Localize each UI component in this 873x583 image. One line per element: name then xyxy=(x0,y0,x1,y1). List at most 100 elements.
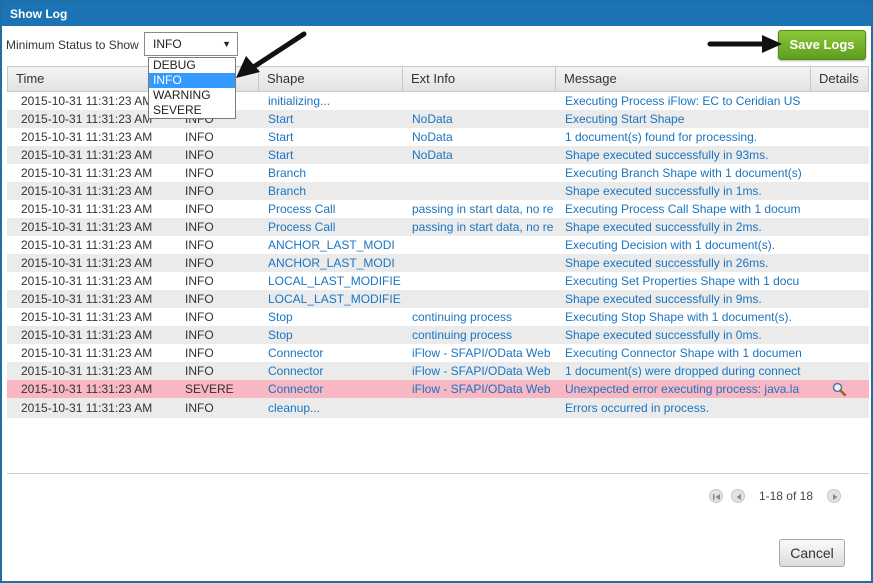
row-message[interactable]: Executing Start Shape xyxy=(555,110,810,128)
table-row[interactable]: 2015-10-31 11:31:23 AM INFO Process Call pa… xyxy=(7,200,869,218)
table-row[interactable]: 2015-10-31 11:31:23 AM INFO Connector iFlow… xyxy=(7,344,869,362)
row-message[interactable]: Shape executed successfully in 26ms. xyxy=(555,254,810,272)
row-message[interactable]: 1 document(s) found for processing. xyxy=(555,128,810,146)
status-option-warning[interactable]: WARNING xyxy=(149,88,235,103)
table-row[interactable]: 2015-10-31 11:31:23 AM INFO ANCHOR_LAST_MO… xyxy=(7,236,869,254)
row-ext-info[interactable]: NoData xyxy=(402,128,555,146)
row-ext-info[interactable]: passing in start data, no re xyxy=(402,200,555,218)
table-row[interactable]: 2015-10-31 11:31:23 AM INFO Start NoData Exe… xyxy=(7,110,869,128)
table-row[interactable]: 2015-10-31 11:31:23 AM INFO Branch Shape ex… xyxy=(7,182,869,200)
row-shape[interactable]: Process Call xyxy=(258,218,402,236)
table-row[interactable]: 2015-10-31 11:31:23 AM SEVERE Connector iFl… xyxy=(7,380,869,398)
row-shape[interactable]: Start xyxy=(258,146,402,164)
row-message[interactable]: Executing Branch Shape with 1 document(s… xyxy=(555,164,810,182)
row-level: INFO xyxy=(185,346,214,360)
row-details xyxy=(810,92,869,110)
row-shape[interactable]: Start xyxy=(258,128,402,146)
row-message[interactable]: Shape executed successfully in 0ms. xyxy=(555,326,810,344)
status-option-info[interactable]: INFO xyxy=(149,73,235,88)
next-page-button[interactable] xyxy=(827,489,841,503)
table-row[interactable]: 2015-10-31 11:31:23 AM INFO Stop continuing… xyxy=(7,308,869,326)
table-row[interactable]: 2015-10-31 11:31:23 AM INFO cleanup... Erro… xyxy=(7,398,869,418)
row-ext-info[interactable]: passing in start data, no re xyxy=(402,218,555,236)
table-row[interactable]: 2015-10-31 11:31:23 AM INFO Stop continuing… xyxy=(7,326,869,344)
row-time: 2015-10-31 11:31:23 AM xyxy=(21,202,153,216)
status-filter-select[interactable]: INFO ▼ xyxy=(144,32,238,56)
row-shape[interactable]: LOCAL_LAST_MODIFIE xyxy=(258,290,402,308)
row-shape[interactable]: Stop xyxy=(258,326,402,344)
table-row[interactable]: 2015-10-31 11:31:23 AM INFO Connector iFlow… xyxy=(7,362,869,380)
row-level: INFO xyxy=(185,256,214,270)
row-shape[interactable]: Connector xyxy=(258,362,402,380)
row-ext-info[interactable] xyxy=(402,272,555,290)
table-row[interactable]: 2015-10-31 11:31:23 AM INFO ANCHOR_LAST_MO… xyxy=(7,254,869,272)
table-row[interactable]: 2015-10-31 11:31:23 AM INFO LOCAL_LAST_MOD… xyxy=(7,290,869,308)
row-ext-info[interactable] xyxy=(402,254,555,272)
row-shape[interactable]: Connector xyxy=(258,380,402,398)
row-message[interactable]: Executing Connector Shape with 1 documen xyxy=(555,344,810,362)
row-details xyxy=(810,182,869,200)
row-ext-info[interactable]: continuing process xyxy=(402,326,555,344)
row-shape[interactable]: Process Call xyxy=(258,200,402,218)
row-shape[interactable]: initializing... xyxy=(258,92,402,110)
prev-page-button[interactable] xyxy=(730,489,745,503)
status-option-severe[interactable]: SEVERE xyxy=(149,103,235,118)
row-message[interactable]: Shape executed successfully in 1ms. xyxy=(555,182,810,200)
row-shape[interactable]: ANCHOR_LAST_MODI xyxy=(258,236,402,254)
row-ext-info[interactable]: NoData xyxy=(402,146,555,164)
row-ext-info[interactable] xyxy=(402,398,555,418)
magnifier-icon[interactable] xyxy=(832,382,846,396)
row-message[interactable]: Shape executed successfully in 2ms. xyxy=(555,218,810,236)
table-row[interactable]: 2015-10-31 11:31:23 AM INFO Branch Executin… xyxy=(7,164,869,182)
row-message[interactable]: Errors occurred in process. xyxy=(555,398,810,418)
row-ext-info[interactable] xyxy=(402,164,555,182)
row-details xyxy=(810,272,869,290)
row-ext-info[interactable]: NoData xyxy=(402,110,555,128)
first-page-button[interactable] xyxy=(708,489,723,503)
row-details xyxy=(810,362,869,380)
row-time: 2015-10-31 11:31:23 AM xyxy=(21,310,153,324)
row-message[interactable]: Executing Set Properties Shape with 1 do… xyxy=(555,272,810,290)
column-header-ext-info[interactable]: Ext Info xyxy=(403,67,556,91)
table-row[interactable]: 2015-10-31 11:31:23 AMINFOinitializing..… xyxy=(7,92,869,110)
row-ext-info[interactable]: iFlow - SFAPI/OData Web xyxy=(402,344,555,362)
row-message[interactable]: Executing Stop Shape with 1 document(s). xyxy=(555,308,810,326)
row-shape[interactable]: Branch xyxy=(258,182,402,200)
row-ext-info[interactable] xyxy=(402,236,555,254)
row-time: 2015-10-31 11:31:23 AM xyxy=(21,364,153,378)
row-details xyxy=(810,254,869,272)
row-ext-info[interactable]: iFlow - SFAPI/OData Web xyxy=(402,380,555,398)
row-ext-info[interactable] xyxy=(402,182,555,200)
row-ext-info[interactable]: continuing process xyxy=(402,308,555,326)
row-shape[interactable]: Branch xyxy=(258,164,402,182)
row-shape[interactable]: cleanup... xyxy=(258,398,402,418)
row-message[interactable]: Executing Process iFlow: EC to Ceridian … xyxy=(555,92,810,110)
row-shape[interactable]: LOCAL_LAST_MODIFIE xyxy=(258,272,402,290)
table-row[interactable]: 2015-10-31 11:31:23 AM INFO LOCAL_LAST_MOD… xyxy=(7,272,869,290)
table-row[interactable]: 2015-10-31 11:31:23 AM INFO Start NoData 1 d… xyxy=(7,128,869,146)
row-message[interactable]: Unexpected error executing process: java… xyxy=(555,380,810,398)
table-row[interactable]: 2015-10-31 11:31:23 AM INFO Process Call pa… xyxy=(7,218,869,236)
row-message[interactable]: 1 document(s) were dropped during connec… xyxy=(555,362,810,380)
row-message[interactable]: Shape executed successfully in 9ms. xyxy=(555,290,810,308)
row-details xyxy=(810,218,869,236)
row-level: INFO xyxy=(185,220,214,234)
status-option-debug[interactable]: DEBUG xyxy=(149,58,235,73)
row-shape[interactable]: ANCHOR_LAST_MODI xyxy=(258,254,402,272)
column-header-message[interactable]: Message xyxy=(556,67,811,91)
row-shape[interactable]: Start xyxy=(258,110,402,128)
table-row[interactable]: 2015-10-31 11:31:23 AM INFO Start NoData Sha… xyxy=(7,146,869,164)
row-message[interactable]: Executing Process Call Shape with 1 docu… xyxy=(555,200,810,218)
row-level: INFO xyxy=(185,166,214,180)
row-ext-info[interactable]: iFlow - SFAPI/OData Web xyxy=(402,362,555,380)
row-message[interactable]: Shape executed successfully in 93ms. xyxy=(555,146,810,164)
row-shape[interactable]: Stop xyxy=(258,308,402,326)
save-logs-button[interactable]: Save Logs xyxy=(778,30,866,60)
row-level: INFO xyxy=(185,274,214,288)
row-ext-info[interactable] xyxy=(402,92,555,110)
column-header-details[interactable]: Details xyxy=(811,67,868,91)
row-message[interactable]: Executing Decision with 1 document(s). xyxy=(555,236,810,254)
row-ext-info[interactable] xyxy=(402,290,555,308)
row-shape[interactable]: Connector xyxy=(258,344,402,362)
cancel-button[interactable]: Cancel xyxy=(779,539,845,567)
